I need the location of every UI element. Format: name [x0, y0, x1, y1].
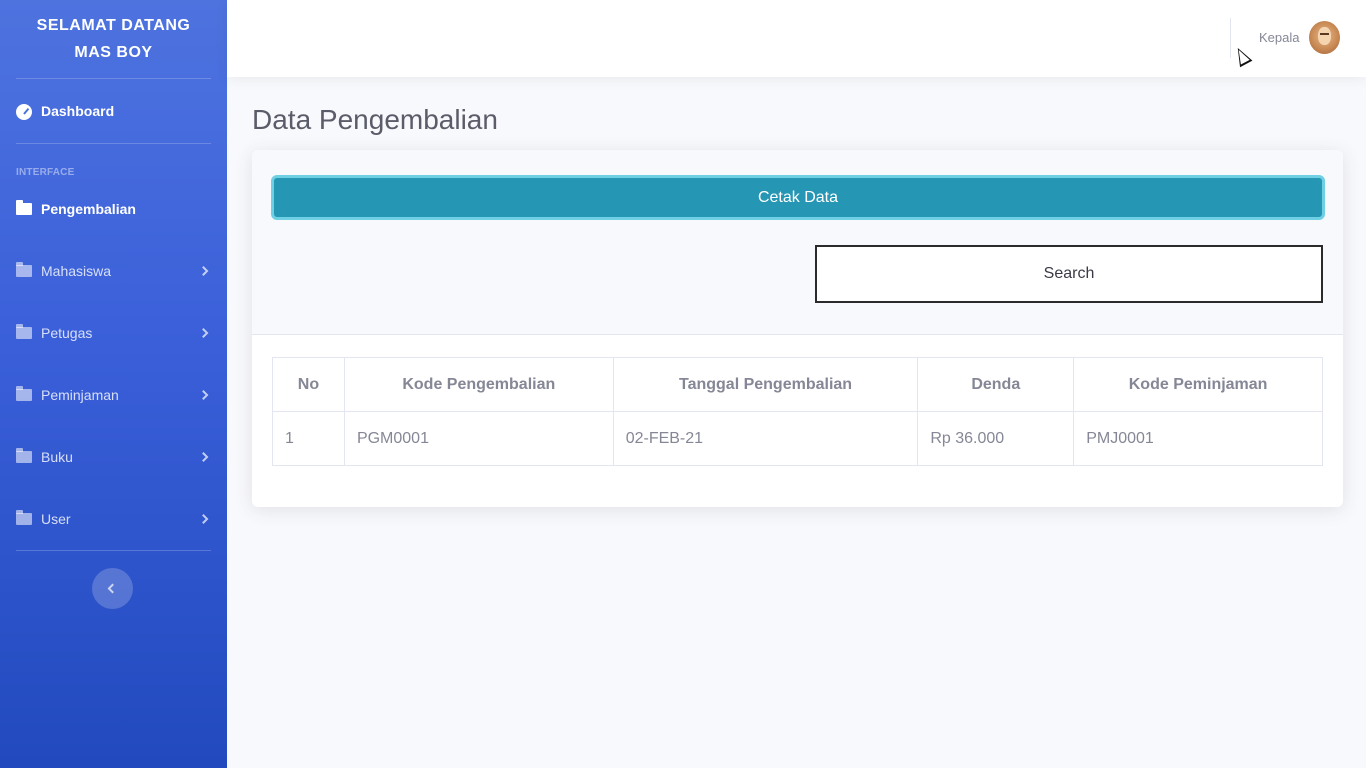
user-name[interactable]: Kepala: [1259, 30, 1299, 45]
print-data-button[interactable]: Cetak Data: [271, 175, 1325, 220]
sidebar-item-label: Dashboard: [41, 103, 115, 119]
table-cell: PMJ0001: [1073, 411, 1323, 466]
page-title: Data Pengembalian: [252, 104, 498, 135]
sidebar-item-label: Peminjaman: [41, 387, 119, 403]
chevron-right-icon: [198, 452, 209, 462]
sidebar-item-label: Petugas: [41, 325, 93, 341]
data-card: Cetak Data Search No Kode Pengembalian T…: [252, 150, 1343, 507]
table-cell: 02-FEB-21: [612, 411, 919, 466]
card-header: Cetak Data Search: [252, 150, 1343, 335]
table-header-row: No Kode Pengembalian Tanggal Pengembalia…: [272, 357, 1323, 412]
sidebar-item-label: Pengembalian: [41, 201, 136, 217]
brand-line-1: SELAMAT DATANG: [36, 17, 191, 34]
table-cell: Rp 36.000: [917, 411, 1075, 466]
folder-icon: [16, 324, 33, 340]
column-header-no[interactable]: No: [272, 357, 345, 412]
brand-line-2: MAS BOY: [74, 44, 153, 61]
column-header-tanggal-pengembalian[interactable]: Tanggal Pengembalian: [612, 357, 919, 412]
sidebar-brand[interactable]: SELAMAT DATANG MAS BOY: [0, 0, 227, 78]
folder-icon: [16, 200, 33, 216]
sidebar-item-user[interactable]: User: [0, 488, 227, 550]
column-header-kode-peminjaman[interactable]: Kode Peminjaman: [1073, 357, 1323, 412]
data-table: No Kode Pengembalian Tanggal Pengembalia…: [272, 357, 1323, 466]
column-header-kode-pengembalian[interactable]: Kode Pengembalian: [343, 357, 614, 412]
sidebar-divider: [16, 550, 211, 551]
tachometer-icon: [16, 104, 33, 120]
folder-icon: [16, 386, 33, 402]
sidebar-item-petugas[interactable]: Petugas: [0, 302, 227, 364]
topbar: Kepala: [227, 0, 1366, 77]
sidebar-item-pengembalian[interactable]: Pengembalian: [0, 178, 227, 240]
sidebar-item-label: Buku: [41, 449, 73, 465]
table-row: 1 PGM0001 02-FEB-21 Rp 36.000 PMJ0001: [272, 411, 1323, 466]
column-header-denda[interactable]: Denda: [917, 357, 1075, 412]
search-button[interactable]: Search: [815, 245, 1323, 303]
folder-icon: [16, 262, 33, 278]
folder-icon: [16, 510, 33, 526]
sidebar: SELAMAT DATANG MAS BOY Dashboard INTERFA…: [0, 0, 227, 768]
sidebar-item-buku[interactable]: Buku: [0, 426, 227, 488]
sidebar-item-peminjaman[interactable]: Peminjaman: [0, 364, 227, 426]
sidebar-item-label: User: [41, 511, 71, 527]
chevron-right-icon: [198, 266, 209, 276]
chevron-right-icon: [198, 514, 209, 524]
table-cell: PGM0001: [343, 411, 614, 466]
table-cell: 1: [272, 411, 345, 466]
topbar-divider: [1230, 18, 1231, 58]
avatar[interactable]: [1309, 21, 1340, 54]
sidebar-item-dashboard[interactable]: Dashboard: [0, 79, 227, 143]
chevron-right-icon: [198, 390, 209, 400]
chevron-right-icon: [198, 328, 209, 338]
sidebar-item-label: Mahasiswa: [41, 263, 112, 279]
sidebar-toggle-button[interactable]: [92, 568, 133, 609]
sidebar-item-mahasiswa[interactable]: Mahasiswa: [0, 240, 227, 302]
folder-icon: [16, 448, 33, 464]
sidebar-heading: INTERFACE: [16, 167, 75, 178]
